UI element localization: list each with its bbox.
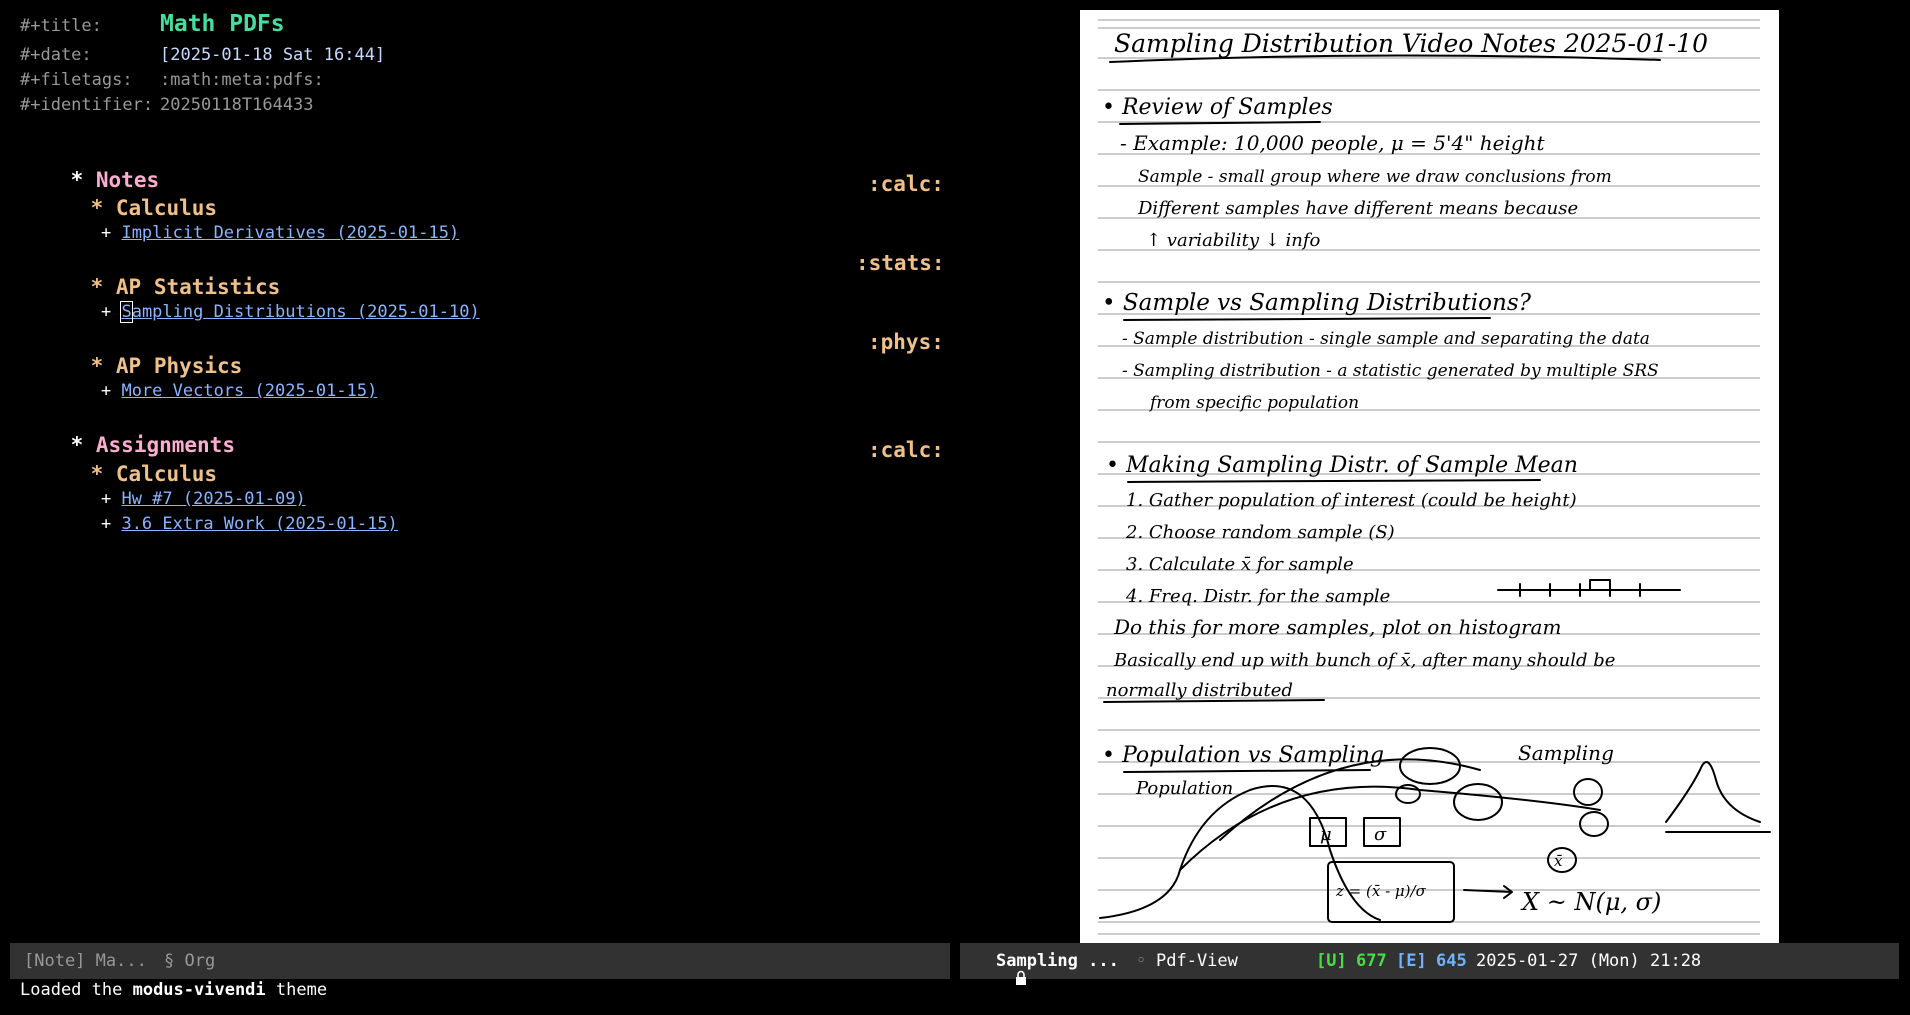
filetags-value: :math:meta:pdfs: [160,70,324,90]
major-mode: Pdf-View [1156,951,1238,971]
pdf-line: Sample - small group where we draw concl… [1138,167,1612,187]
tag-stats: :stats: [856,251,945,275]
title-keyword: #+title: [20,16,102,36]
modeline-left: [Note] Ma... § Org [10,943,950,979]
note-mode-indicator: [Note] Ma... [24,951,147,971]
pdf-line: Do this for more samples, plot on histog… [1113,615,1561,639]
link-implicit-derivatives[interactable]: Implicit Derivatives (2025-01-15) [121,223,459,243]
email-count: 645 [1436,951,1467,971]
pdf-line: • Review of Samples [1102,95,1333,120]
pdf-line: 3. Calculate x̄ for sample [1126,554,1354,575]
pdf-line: μ [1320,824,1332,845]
tag-calc: :calc: [868,438,944,462]
filetags-keyword: #+filetags: [20,70,133,90]
pdf-line: 1. Gather population of interest (could … [1126,490,1577,511]
pdf-line: - Sample distribution - single sample an… [1122,329,1650,349]
text-cursor: S [120,301,133,323]
pdf-line: normally distributed [1106,680,1293,701]
date-value: [2025-01-18 Sat 16:44] [160,45,386,65]
pdf-line: 4. Freq. Distr. for the sample [1125,586,1390,607]
dot-icon: ◦ [1136,951,1147,971]
pdf-line: from specific population [1148,393,1359,413]
pdf-page[interactable]: Sampling Distribution Video Notes 2025-0… [1080,10,1779,943]
pdf-line: X ~ N(μ, σ) [1520,888,1661,916]
pdf-line: Population [1135,778,1233,799]
pdf-line: σ [1374,824,1387,845]
echo-area: Loaded the modus-vivendi theme [20,980,328,1000]
buffer-name: Sampling ... [996,951,1119,971]
pdf-line: • Population vs Sampling [1102,743,1384,768]
link-extra-work[interactable]: 3.6 Extra Work (2025-01-15) [121,514,397,534]
link-sampling-distributions[interactable]: Sampling Distributions (2025-01-10) [120,301,480,323]
pdf-line: - Example: 10,000 people, μ = 5'4" heigh… [1120,131,1546,155]
pdf-line: Sampling [1518,741,1614,765]
document-title: Math PDFs [160,11,285,37]
handwritten-notes: Sampling Distribution Video Notes 2025-0… [1098,19,1771,935]
major-mode: § Org [164,951,216,971]
identifier-keyword: #+identifier: [20,95,154,115]
unread-count: 677 [1356,951,1387,971]
clock: 2025-01-27 (Mon) 21:28 [1476,951,1702,971]
pdf-line: z = (x̄ - μ)/σ [1335,882,1427,900]
pdf-line: • Sample vs Sampling Distributions? [1102,290,1532,316]
unread-label: [U] [1316,951,1347,971]
pdf-line: 2. Choose random sample (S) [1125,522,1395,543]
pdf-line: - Sampling distribution - a statistic ge… [1122,361,1659,381]
identifier-value: 20250118T164433 [160,95,314,115]
pdf-line: x̄ [1554,852,1563,870]
date-keyword: #+date: [20,45,92,65]
theme-name: modus-vivendi [132,980,266,1000]
pdf-line: • Making Sampling Distr. of Sample Mean [1106,453,1578,478]
pdf-line: Basically end up with bunch of x̄, after… [1113,650,1615,671]
list-item: + 3.6 Extra Work (2025-01-15) [100,514,398,534]
email-label: [E] [1396,951,1427,971]
modeline-right: Sampling ... ◦ Pdf-View [U] 677 [E] 645 … [960,943,1899,985]
pdf-line: ↑ variability ↓ info [1146,230,1321,251]
tag-phys: :phys: [868,330,944,354]
link-more-vectors[interactable]: More Vectors (2025-01-15) [121,381,377,401]
pdf-line: Different samples have different means b… [1137,198,1578,219]
pdf-title: Sampling Distribution Video Notes 2025-0… [1114,29,1708,58]
tag-calc: :calc: [868,172,944,196]
